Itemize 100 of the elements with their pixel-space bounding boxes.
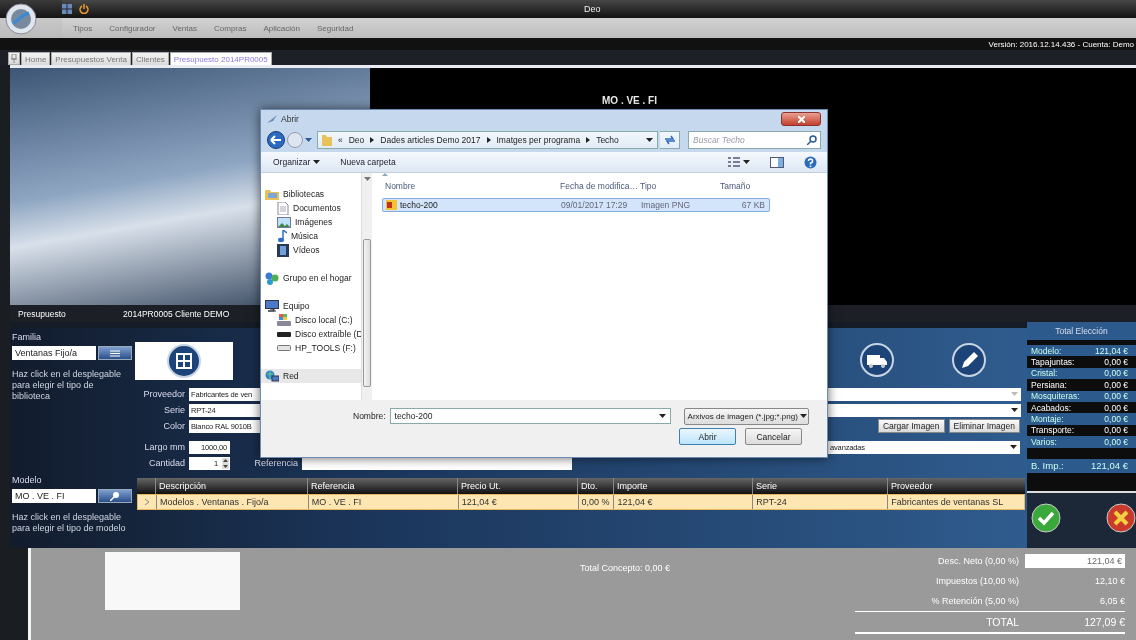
menu-item[interactable]: Ventas <box>172 23 197 33</box>
total-value: 121,04 € <box>1094 345 1128 356</box>
breadcrumb-item[interactable]: Dades articles Demo 2017 <box>380 135 481 145</box>
base-value: 121,04 € <box>1091 460 1128 471</box>
caret-icon <box>1010 445 1017 449</box>
image-button[interactable]: Eliminar Imagen <box>948 419 1020 433</box>
help-icon <box>804 155 817 169</box>
nav-item[interactable]: Grupo en el hogar <box>261 271 361 285</box>
column-header[interactable]: Nombre <box>382 181 557 191</box>
summary-value: 12,10 € <box>1093 576 1125 586</box>
total-label: Acabados: <box>1031 402 1072 413</box>
column-header[interactable]: Tipo <box>637 181 717 191</box>
table-cell: 0,00 % <box>577 495 614 509</box>
search-field[interactable]: Buscar Techo <box>688 131 821 149</box>
image-file-icon <box>386 200 397 210</box>
breadcrumb-item[interactable]: Deo <box>348 135 365 145</box>
toolbar-button[interactable]: Organizar <box>269 154 325 170</box>
edit-button[interactable] <box>952 343 986 377</box>
circle-icon <box>287 132 303 148</box>
field-label: Largo mm <box>143 442 185 452</box>
summary-label: % Retención (5,00 %) <box>930 596 1020 606</box>
file-cell-text: 67 KB <box>740 200 766 210</box>
power-icon <box>79 4 89 14</box>
total-label: Cristal: <box>1031 368 1058 379</box>
refresh-button[interactable] <box>660 131 680 149</box>
table-cell: 121,04 € <box>457 495 578 509</box>
folder-icon <box>265 188 279 200</box>
breadcrumb-item[interactable]: Techo <box>596 135 619 145</box>
nav-item[interactable]: Música <box>261 229 361 243</box>
model-search-button[interactable] <box>98 489 132 503</box>
menu-item[interactable]: Seguridad <box>316 23 354 33</box>
table-row[interactable]: Modelos . Ventanas . Fijo/a MO . VE . FI 121,04 € 0,00 % 121,04 € RPT-24 Fabricantes de ventanas SL <box>137 494 1025 510</box>
toolbar-button[interactable]: Nueva carpeta <box>336 154 400 170</box>
family-label: Familia <box>12 332 42 342</box>
nav-item[interactable]: Documentos <box>261 201 361 215</box>
tab[interactable]: Home <box>21 52 51 65</box>
nav-item[interactable]: Disco local (C:) <box>261 313 361 327</box>
accept-button[interactable] <box>1031 503 1061 534</box>
list-view-icon <box>728 157 740 167</box>
history-button[interactable] <box>305 138 312 142</box>
menu-item[interactable]: Tipos <box>73 23 93 33</box>
budget-label: Presupuesto <box>18 308 67 319</box>
nav-item[interactable]: HP_TOOLS (F:) <box>261 341 361 355</box>
summary-label: TOTAL <box>985 616 1020 628</box>
file-row[interactable]: techo-200 09/01/2017 17:29 Imagen PNG 67 KB <box>382 198 770 212</box>
menu-item[interactable]: Aplicación <box>263 23 300 33</box>
close-button[interactable] <box>781 112 821 126</box>
check-icon <box>1031 503 1061 534</box>
window-title: Deo <box>584 4 601 14</box>
filename-field[interactable]: techo-200 <box>389 408 671 424</box>
breadcrumb-item[interactable]: Imatges per programa <box>496 135 581 145</box>
app-orb-icon <box>5 3 37 35</box>
field-label: Proveedor <box>142 389 185 399</box>
dialog-button[interactable]: Cancelar <box>745 428 802 445</box>
family-field[interactable]: Ventanas Fijo/a <box>12 346 96 360</box>
menu-item[interactable]: Compras <box>214 23 247 33</box>
family-picker-button[interactable] <box>98 346 132 360</box>
column-header[interactable]: Fecha de modifica… <box>557 181 637 191</box>
row-pointer-icon <box>145 499 149 505</box>
cancel-button[interactable] <box>1106 503 1136 534</box>
total-value: 0,00 € <box>1104 368 1128 379</box>
nav-item[interactable]: Equipo <box>261 299 361 313</box>
pin-button[interactable] <box>8 52 20 65</box>
model-code: MO . VE . FI <box>602 95 657 106</box>
tab[interactable]: Clientes <box>131 52 169 65</box>
dialog-button[interactable]: Abrir <box>679 428 736 445</box>
menu-item[interactable]: Configurador <box>109 23 156 33</box>
nav-item[interactable]: Vídeos <box>261 243 361 257</box>
drive-icon <box>277 345 291 351</box>
back-button[interactable] <box>267 131 285 149</box>
summary-field[interactable]: 121,04 € <box>1025 554 1125 568</box>
nav-item[interactable]: Red <box>261 369 361 383</box>
file-type-dropdown[interactable]: Arxivos de imagen (*.jpg;*.png) <box>683 407 809 425</box>
family-hint: Haz click en el desplegable para elegir el tipo de biblioteca <box>12 369 123 402</box>
summary-label: Impuestos (10,00 %) <box>934 576 1020 586</box>
cross-icon <box>1106 503 1136 534</box>
transport-button[interactable] <box>860 343 894 377</box>
tab[interactable]: Presupuestos Venta <box>51 52 131 65</box>
chevron-icon <box>486 137 491 143</box>
spinner-icon <box>222 457 229 469</box>
image-button[interactable]: Cargar Imagen <box>877 419 945 433</box>
model-field[interactable]: MO . VE . FI <box>12 489 96 503</box>
nav-item[interactable]: Bibliotecas <box>261 187 361 201</box>
overflow-mark: « <box>338 135 343 145</box>
document-icon <box>277 201 289 215</box>
total-value: 0,00 € <box>1104 425 1128 436</box>
address-bar[interactable]: « Deo Dades articles Demo 2017 Imatges per programa Techo <box>317 131 658 149</box>
caret-icon <box>743 160 750 164</box>
nav-item[interactable]: Imágenes <box>261 215 361 229</box>
field-label: Color <box>162 421 185 431</box>
version-label: Versión: 2016.12.14.436 - Cuenta: Demo <box>988 39 1134 49</box>
column-header[interactable]: Tamaño <box>717 181 767 191</box>
total-value: 0,00 € <box>1104 379 1128 390</box>
list-icon <box>110 349 120 357</box>
removable-drive-icon <box>277 331 291 337</box>
scrollbar[interactable] <box>361 173 372 400</box>
grid-icon <box>62 4 72 14</box>
truck-icon <box>860 343 894 377</box>
network-group-icon <box>265 271 279 285</box>
tab[interactable]: Presupuesto 2014PR0005 <box>169 52 272 65</box>
